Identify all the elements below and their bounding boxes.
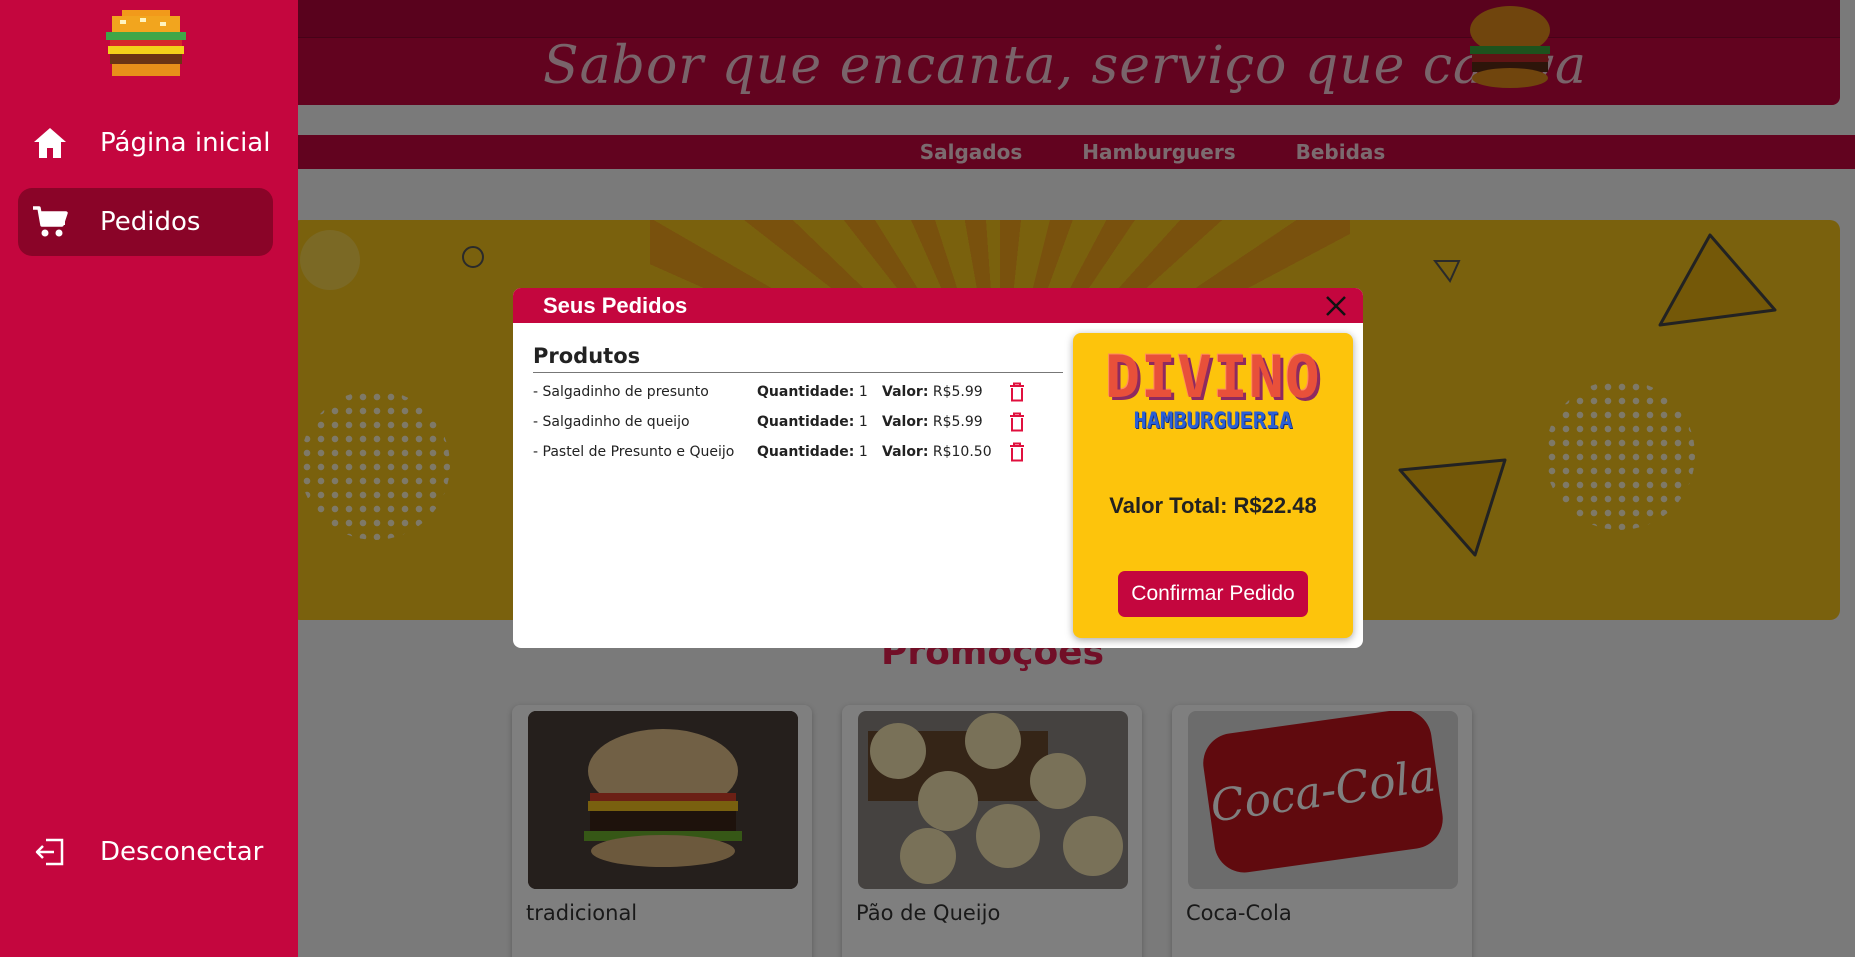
products-heading: Produtos: [533, 344, 1063, 373]
orders-modal: Seus Pedidos Produtos - Salgadinho de pr…: [513, 288, 1363, 648]
close-icon: [1326, 295, 1346, 316]
order-total-panel: DIVINO HAMBURGUERIA Valor Total: R$22.48…: [1073, 333, 1353, 638]
cart-icon: [30, 202, 70, 242]
total-value: Valor Total: R$22.48: [1109, 493, 1317, 518]
burger-logo-icon: [106, 10, 186, 76]
product-row: - Salgadinho de queijo Quantidade: 1 Val…: [533, 407, 1063, 437]
sidebar-item-pagina-inicial[interactable]: Página inicial: [18, 109, 273, 177]
product-quantity: 1: [858, 384, 868, 400]
value-label: Valor:: [882, 384, 929, 400]
modal-title: Seus Pedidos: [543, 292, 688, 318]
product-row: - Pastel de Presunto e Queijo Quantidade…: [533, 437, 1063, 467]
sidebar-item-pedidos[interactable]: Pedidos: [18, 188, 273, 256]
quantity-label: Quantidade:: [757, 444, 855, 460]
logout-icon: [30, 832, 70, 872]
quantity-label: Quantidade:: [757, 384, 855, 400]
brand-logo-text: DIVINO: [1105, 343, 1321, 411]
home-icon: [30, 123, 70, 163]
product-name: - Pastel de Presunto e Queijo: [533, 444, 735, 460]
value-label: Valor:: [882, 414, 929, 430]
product-quantity: 1: [858, 444, 868, 460]
sidebar-item-label: Pedidos: [100, 207, 201, 237]
product-name: - Salgadinho de queijo: [533, 414, 690, 430]
product-name: - Salgadinho de presunto: [533, 384, 709, 400]
trash-icon: [1010, 412, 1024, 432]
close-button[interactable]: [1323, 293, 1349, 319]
trash-icon: [1010, 442, 1024, 462]
brand-logo-subtext: HAMBURGUERIA: [1133, 409, 1293, 434]
product-row: - Salgadinho de presunto Quantidade: 1 V…: [533, 377, 1063, 407]
product-value: R$5.99: [932, 384, 983, 400]
remove-item-button[interactable]: [1007, 411, 1027, 433]
trash-icon: [1010, 382, 1024, 402]
sidebar-item-label: Página inicial: [100, 128, 271, 158]
value-label: Valor:: [882, 444, 929, 460]
product-value: R$5.99: [932, 414, 983, 430]
product-value: R$10.50: [932, 444, 992, 460]
modal-header: Seus Pedidos: [513, 288, 1363, 323]
remove-item-button[interactable]: [1007, 441, 1027, 463]
product-quantity: 1: [858, 414, 868, 430]
quantity-label: Quantidade:: [757, 414, 855, 430]
sidebar-item-desconectar[interactable]: Desconectar: [18, 818, 273, 886]
sidebar: Página inicial Pedidos Desconectar: [0, 0, 298, 957]
confirm-order-button[interactable]: Confirmar Pedido: [1118, 571, 1308, 617]
products-list: Produtos - Salgadinho de presunto Quanti…: [533, 344, 1063, 467]
remove-item-button[interactable]: [1007, 381, 1027, 403]
sidebar-item-label: Desconectar: [100, 837, 264, 867]
